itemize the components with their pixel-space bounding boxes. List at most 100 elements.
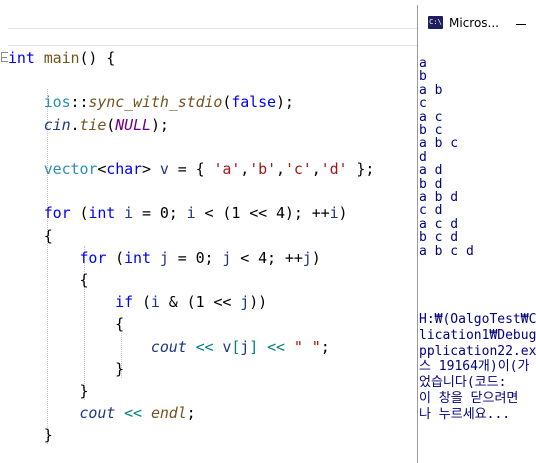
code-line: vector<char> v = { 'a','b','c','d' }; [8,159,375,179]
code-token: { [8,226,53,245]
console-output-line: b c [419,123,443,139]
console-titlebar[interactable]: C:\ Micros... [418,5,536,38]
code-line: } [8,381,88,401]
collapse-icon-dash [2,57,7,58]
console-output-line: a c d [419,216,459,232]
code-token: for [79,248,107,267]
console-app-icon: C:\ [428,16,443,29]
code-line: { [8,314,124,334]
console-output-line: a [419,56,427,71]
console-message-line: 스 19164개)이(가 [419,359,530,375]
code-token: cin [43,115,71,134]
code-token: sync_with_stdio [88,93,223,112]
code-token: i [329,204,339,223]
console-message-line: H:₩(OalgoTest₩C [419,312,536,327]
code-line: if (i & (1 << j)) [8,292,267,312]
code-token: cout [79,404,116,423]
code-line: { [8,226,53,246]
code-token: if [115,293,134,312]
code-token: [ [231,337,241,356]
code-editor[interactable]: int main() { ios::sync_with_stdio(false)… [0,0,420,463]
console-output-line: a c [419,109,443,125]
code-token: > [142,160,160,178]
console-window[interactable]: C:\ Micros... aba bca cb ca b cda db da … [417,5,536,463]
code-token: j [302,248,312,267]
console-message-line: lication1₩Debug [419,327,536,343]
code-token: } [8,382,89,400]
code-token: ); [275,93,294,112]
code-token: cout [150,337,187,356]
console-title: Micros... [449,16,499,30]
code-token: ( [106,248,125,267]
code-line: for (int i = 0; i < (1 << 4); ++i) [8,203,348,223]
code-token: = 0; [168,248,223,267]
console-output-line: b c d [419,230,459,246]
code-token: v [159,160,169,178]
code-token: < (1 << 4); ++ [195,204,330,223]
console-message-line: 이 창을 닫으려면 [419,390,519,406]
code-token: tie [79,115,107,134]
code-token: int [88,204,116,223]
code-line: cout << v[j] << " "; [8,337,330,357]
minimize-button[interactable] [509,13,536,35]
console-output-line: b d [419,176,443,192]
code-token: i [150,293,160,312]
code-token: j [222,248,232,267]
code-token: NULL [115,115,151,134]
code-token: ; [320,337,330,356]
code-token: :: [70,93,89,112]
console-output-line: c [419,96,427,112]
code-token: } [8,359,125,378]
code-token: = { [168,160,214,178]
code-line: ios::sync_with_stdio(false); [8,92,294,112]
code-line: } [8,359,124,379]
console-output-line: a b c [419,136,459,152]
console-output-line: a b c d [419,243,474,259]
code-line: } [8,425,53,445]
code-token: char [106,160,142,178]
code-token: , [311,160,321,178]
code-token: int [8,49,35,67]
code-line: cout << endl; [8,403,196,423]
code-token: ; [186,404,196,423]
code-token: )) [249,293,268,312]
console-output-line: a d [419,163,443,179]
code-line: int main() { [8,48,115,68]
console-output-line: c d [419,203,443,219]
code-token: << [124,404,142,423]
code-token: 'b' [249,160,276,178]
code-token: ios [43,93,71,112]
code-token: , [240,160,250,178]
code-token: }; [347,160,375,178]
console-output-line: d [419,149,427,165]
code-token: ( [222,93,232,112]
console-output-line: a b [419,82,443,98]
code-token: { [8,271,89,289]
code-token: ( [70,204,89,223]
code-token: ) [338,204,348,223]
code-token: 'd' [320,160,348,178]
code-token: " " [293,337,321,356]
code-token: < [97,160,107,178]
code-token: i [186,204,196,223]
code-token: } [8,426,53,445]
code-token: , [276,160,285,178]
code-line: for (int j = 0; j < 4; ++j) [8,248,321,268]
code-token: ( [133,293,151,312]
code-token: ) [311,248,321,267]
console-output: aba bca cb ca b cda db da b dc da c db c… [419,56,536,259]
code-token: j [240,337,250,356]
